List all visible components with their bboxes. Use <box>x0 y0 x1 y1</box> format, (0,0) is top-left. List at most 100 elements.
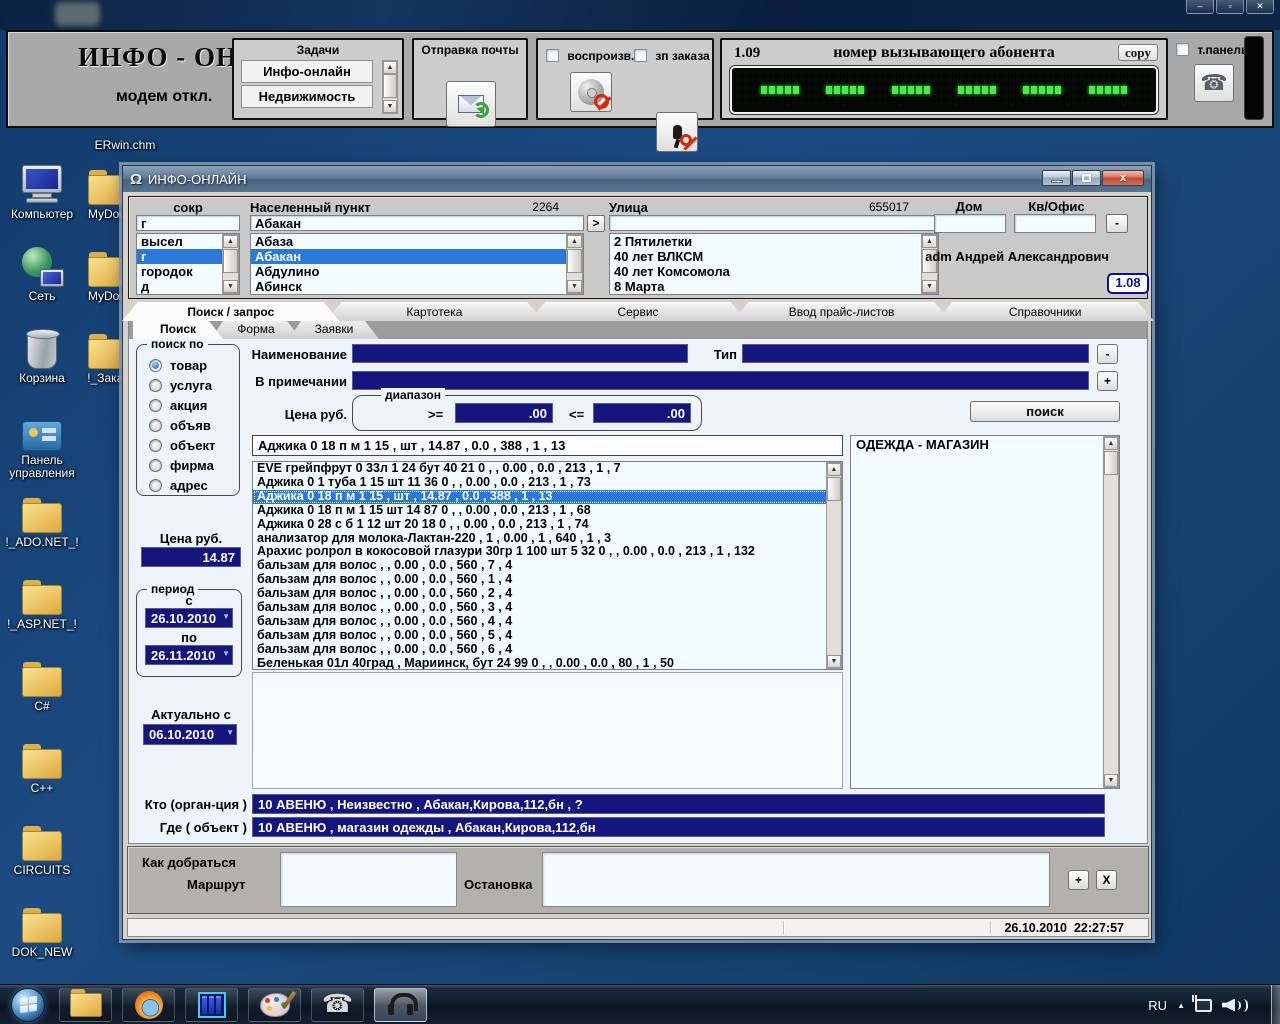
street-scrollbar[interactable]: ▲ ▼ <box>921 234 938 294</box>
search-by-option-объяв[interactable]: объяв <box>137 415 239 435</box>
dropdown-arrow-icon[interactable]: ▼ <box>222 612 230 621</box>
result-item[interactable]: Аджика 0 1 туба 1 15 шт 11 36 0 , , 0.00… <box>253 476 842 490</box>
result-item[interactable]: бальзам для волос , , 0.00 , 0.0 , 560 ,… <box>253 615 842 629</box>
result-item[interactable]: бальзам для волос , , 0.00 , 0.0 , 560 ,… <box>253 559 842 573</box>
abbr-input[interactable]: г <box>136 215 240 231</box>
taskbar-firefox[interactable] <box>122 988 175 1022</box>
desktop-icon-Панель управления[interactable]: Панель управления <box>0 409 88 480</box>
category-scrollbar[interactable]: ▲ ▼ <box>1103 436 1119 788</box>
result-item[interactable]: бальзам для волос , , 0.00 , 0.0 , 560 ,… <box>253 573 842 587</box>
task-item[interactable]: Недвижимость <box>241 85 373 108</box>
order-checkbox-row[interactable]: зп заказа <box>634 48 710 63</box>
dropdown-arrow-icon[interactable]: ▼ <box>222 649 230 658</box>
note-input[interactable] <box>352 371 1089 390</box>
result-item[interactable]: бальзам для волос , , 0.00 , 0.0 , 560 ,… <box>253 587 842 601</box>
sub-tab[interactable]: Заявки <box>289 321 379 339</box>
scroll-down-icon[interactable]: ▼ <box>567 280 582 293</box>
phone-panel-button[interactable]: ☎ <box>1194 64 1234 102</box>
taskbar-database-app[interactable] <box>185 988 238 1022</box>
price-max-input[interactable]: .00 <box>593 403 691 423</box>
abbr-item[interactable]: дер <box>137 294 239 295</box>
result-item[interactable]: Аджика 0 18 п м 1 15 , шт , 14.87 , 0.0 … <box>253 490 842 504</box>
sub-tab[interactable]: Форма <box>211 321 301 339</box>
desktop-icon-C++[interactable]: C++ <box>0 737 88 795</box>
result-item[interactable]: бальзам для волос , , 0.00 , 0.0 , 560 ,… <box>253 643 842 657</box>
main-tab[interactable]: Сервис <box>529 302 747 321</box>
search-by-option-фирма[interactable]: фирма <box>137 455 239 475</box>
minimize-button[interactable]: – <box>1186 0 1214 14</box>
scroll-down-icon[interactable]: ▼ <box>922 280 937 293</box>
dropdown-arrow-icon[interactable]: ▼ <box>226 728 234 737</box>
collapse-button[interactable]: - <box>1106 214 1128 233</box>
scroll-down-icon[interactable]: ▼ <box>383 100 397 113</box>
type-input[interactable] <box>742 344 1089 363</box>
taskbar-headset-app[interactable] <box>374 988 427 1022</box>
scrollbar-thumb[interactable] <box>383 74 397 98</box>
result-item[interactable]: EVE грейпфрут 0 33л 1 24 бут 40 21 0 , ,… <box>253 462 842 476</box>
close-button[interactable]: ✕ <box>1246 0 1274 14</box>
city-input[interactable]: Абакан <box>250 215 584 231</box>
volume-icon[interactable] <box>1222 999 1248 1012</box>
clear-route-button[interactable]: X <box>1096 870 1117 890</box>
stop-playback-button[interactable] <box>570 72 612 112</box>
result-item[interactable]: анализатор для молока-Лактан-220 , 1 , 0… <box>253 532 842 546</box>
category-item[interactable]: ОДЕЖДА - МАГАЗИН <box>851 436 1119 454</box>
main-tab[interactable]: Справочники <box>936 302 1154 321</box>
city-item[interactable]: Агидель <box>251 294 583 295</box>
name-input[interactable] <box>352 344 688 363</box>
price-min-input[interactable]: .00 <box>455 403 553 423</box>
city-item[interactable]: Абакан <box>251 249 583 264</box>
scrollbar-thumb[interactable] <box>567 249 582 273</box>
order-checkbox[interactable] <box>634 49 647 62</box>
search-by-option-акция[interactable]: акция <box>137 395 239 415</box>
search-by-option-услуга[interactable]: услуга <box>137 375 239 395</box>
tpanel-checkbox[interactable] <box>1176 43 1189 56</box>
scroll-up-icon[interactable]: ▲ <box>1104 437 1118 450</box>
copy-button[interactable]: copy <box>1118 44 1158 61</box>
result-item[interactable]: бальзам для волос , , 0.00 , 0.0 , 560 ,… <box>253 629 842 643</box>
scrollbar-thumb[interactable] <box>827 477 841 501</box>
route-textarea[interactable] <box>280 852 457 907</box>
hidden-icons-arrow[interactable]: ▲ <box>1177 1001 1185 1010</box>
main-tab[interactable]: Поиск / запрос <box>122 302 340 321</box>
add-filter-button[interactable]: + <box>1097 371 1118 391</box>
language-indicator[interactable]: RU <box>1148 998 1167 1013</box>
street-item[interactable]: 8 Марта <box>610 279 938 294</box>
street-item[interactable]: Абаканская <box>610 294 938 295</box>
desktop-icon-erwin-label[interactable]: ERwin.chm <box>80 139 170 152</box>
scroll-down-icon[interactable]: ▼ <box>827 655 841 668</box>
add-route-button[interactable]: + <box>1068 870 1089 890</box>
period-from-value[interactable]: 26.10.2010 ▼ <box>145 608 233 628</box>
playback-checkbox-row[interactable]: воспроизв. <box>546 48 634 63</box>
show-desktop-button[interactable] <box>1271 985 1280 1024</box>
period-to-value[interactable]: 26.11.2010 ▼ <box>145 645 233 665</box>
window-titlebar[interactable]: Ω ИНФО-ОНЛАЙН x <box>123 166 1151 192</box>
minimize-button[interactable] <box>1042 170 1071 186</box>
start-button[interactable] <box>8 987 48 1023</box>
main-tab[interactable]: Картотека <box>326 302 544 321</box>
task-item[interactable]: Инфо-онлайн <box>241 60 373 83</box>
flat-input[interactable] <box>1014 214 1096 233</box>
search-by-option-товар[interactable]: товар <box>137 355 239 375</box>
scroll-up-icon[interactable]: ▲ <box>567 235 582 248</box>
main-tab[interactable]: Ввод прайс-листов <box>733 302 951 321</box>
tasks-scrollbar[interactable]: ▲ ▼ <box>382 60 398 114</box>
city-expand-button[interactable]: > <box>587 215 605 232</box>
street-item[interactable]: 40 лет Комсомола <box>610 264 938 279</box>
desktop-icon-CIRCUITS[interactable]: CIRCUITS <box>0 819 88 877</box>
result-item[interactable]: Аджика 0 18 п м 1 15 шт 14 87 0 , , 0.00… <box>253 504 842 518</box>
scroll-up-icon[interactable]: ▲ <box>223 235 238 248</box>
close-button[interactable]: x <box>1102 170 1144 186</box>
taskbar-phone-app[interactable]: ☎ <box>311 988 364 1022</box>
tpanel-checkbox-row[interactable]: т.панель <box>1176 42 1248 57</box>
taskbar-paint[interactable] <box>248 988 301 1022</box>
street-item[interactable]: 2 Пятилетки <box>610 234 938 249</box>
playback-checkbox[interactable] <box>546 49 559 62</box>
taskbar-explorer[interactable] <box>59 988 112 1022</box>
network-icon[interactable] <box>1195 999 1212 1012</box>
maximize-button[interactable]: ▫ <box>1216 0 1244 14</box>
where-field[interactable]: 10 АВЕНЮ , магазин одежды , Абакан,Киров… <box>252 817 1105 837</box>
city-item[interactable]: Абинск <box>251 279 583 294</box>
city-item[interactable]: Абдулино <box>251 264 583 279</box>
results-scrollbar[interactable]: ▲ ▼ <box>826 462 842 669</box>
